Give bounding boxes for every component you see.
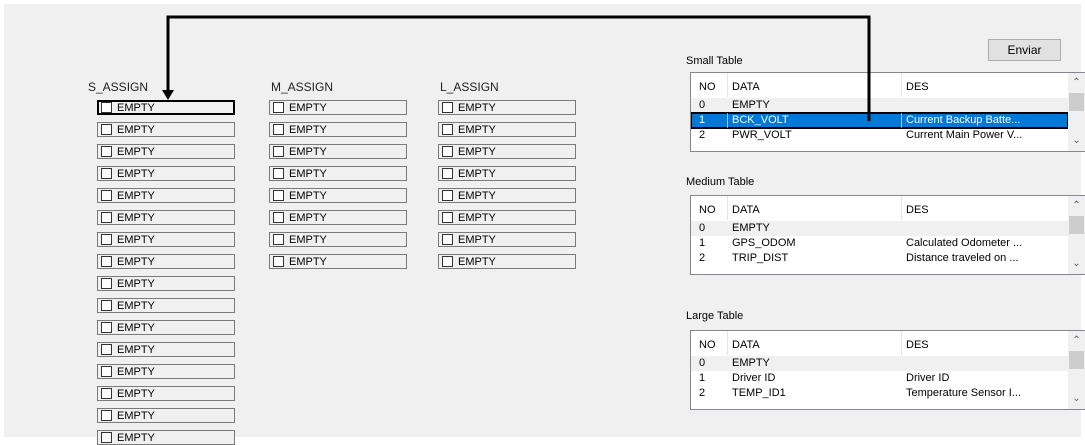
app-window: S_ASSIGN M_ASSIGN L_ASSIGN EMPTY EMPTY EMP…: [0, 0, 1085, 445]
drag-arrow-icon: [162, 15, 871, 121]
